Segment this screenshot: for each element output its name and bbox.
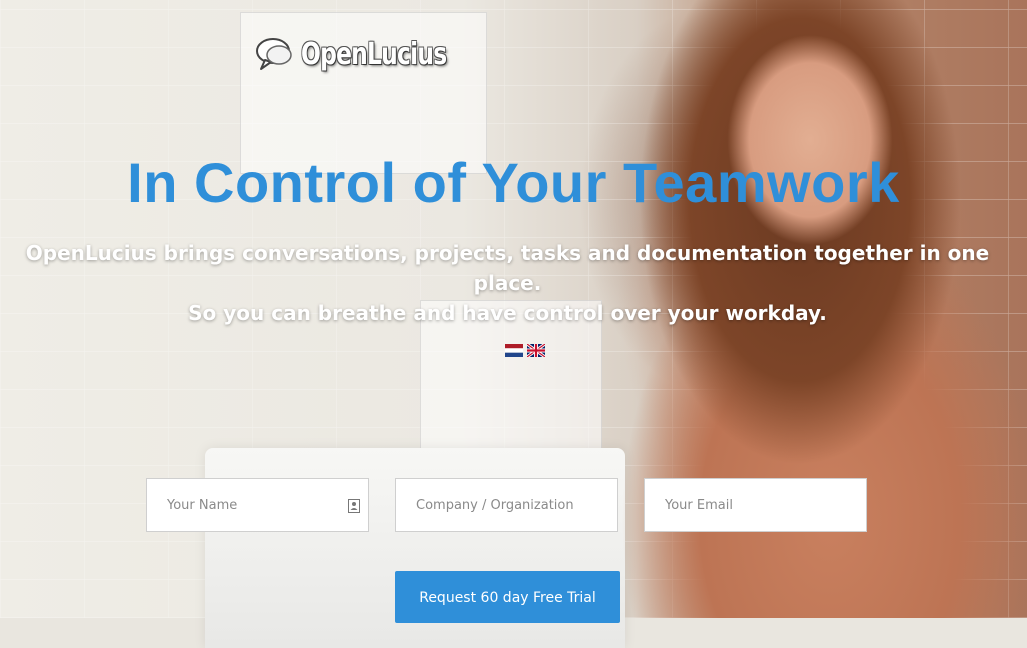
flag-netherlands-icon[interactable] — [505, 344, 523, 357]
subtitle-line: So you can breathe and have control over… — [188, 301, 827, 325]
company-field — [395, 478, 618, 532]
subtitle-line: OpenLucius brings conversations, project… — [25, 241, 990, 295]
name-input[interactable] — [147, 479, 368, 531]
chat-bubbles-icon — [256, 38, 292, 70]
page-headline: In Control of Your Teamwork — [127, 151, 900, 214]
hero-subtitle: OpenLucius brings conversations, project… — [0, 238, 1015, 328]
brand-logo[interactable]: OpenLucius — [255, 36, 487, 72]
email-field — [644, 478, 867, 532]
email-input[interactable] — [645, 479, 866, 531]
name-field — [146, 478, 369, 532]
brand-name: OpenLucius — [301, 36, 447, 72]
flag-uk-icon[interactable] — [527, 344, 545, 357]
request-trial-button[interactable]: Request 60 day Free Trial — [395, 571, 620, 623]
language-switcher — [505, 344, 545, 357]
contact-card-icon — [348, 499, 360, 513]
company-input[interactable] — [396, 479, 617, 531]
